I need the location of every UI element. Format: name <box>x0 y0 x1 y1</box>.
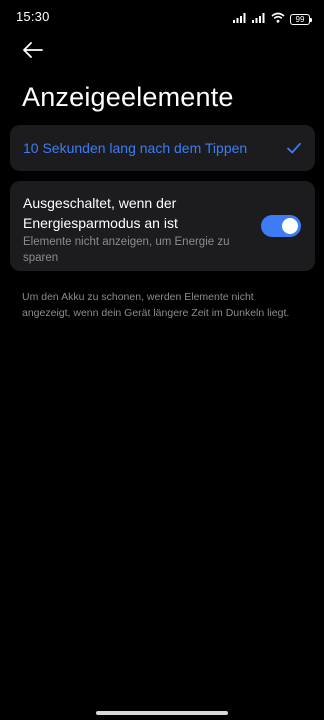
status-time: 15:30 <box>16 9 50 24</box>
power-saving-title: Ausgeschaltet, wenn der Energiesparmodus… <box>23 195 178 231</box>
arrow-left-icon <box>22 41 44 64</box>
home-indicator[interactable] <box>96 711 228 715</box>
power-saving-toggle[interactable] <box>261 215 301 237</box>
signal-icon <box>233 10 247 28</box>
status-icons: 99 <box>233 10 312 28</box>
toggle-knob <box>282 218 298 234</box>
option-label: 10 Sekunden lang nach dem Tippen <box>23 140 248 156</box>
option-10-seconds[interactable]: 10 Sekunden lang nach dem Tippen <box>10 125 315 171</box>
check-icon <box>285 139 303 157</box>
power-saving-setting[interactable]: Ausgeschaltet, wenn der Energiesparmodus… <box>10 181 315 271</box>
back-button[interactable] <box>20 40 46 64</box>
power-saving-subtitle: Elemente nicht anzeigen, um Energie zu s… <box>23 236 230 264</box>
battery-icon: 99 <box>290 13 312 25</box>
status-bar: 15:30 99 <box>0 0 324 32</box>
signal-icon <box>252 10 266 28</box>
page-title: Anzeigeelemente <box>22 82 234 112</box>
wifi-icon <box>271 10 285 28</box>
info-text: Um den Akku zu schonen, werden Elemente … <box>22 291 290 319</box>
